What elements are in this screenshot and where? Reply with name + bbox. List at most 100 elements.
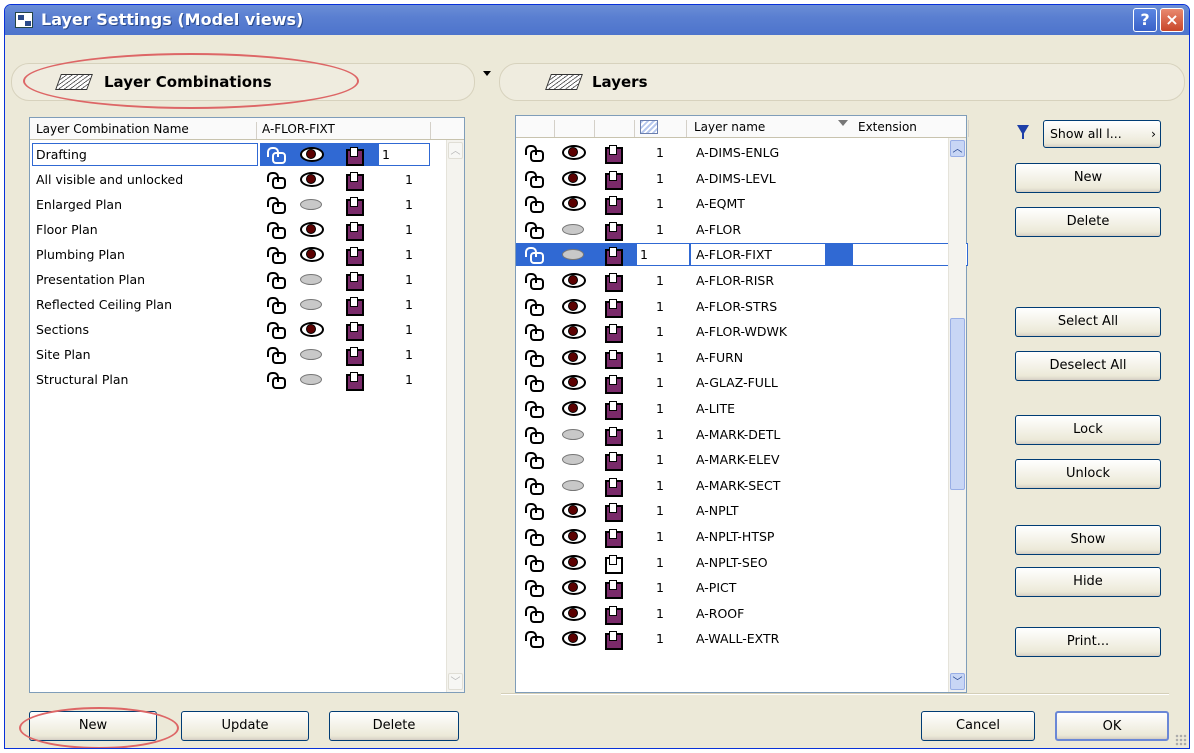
eye-icon[interactable] xyxy=(300,221,324,237)
combination-row[interactable]: Site Plan 1 xyxy=(30,342,448,367)
eye-icon[interactable] xyxy=(562,170,586,186)
layer-row[interactable]: 1 A-PICT xyxy=(516,575,950,600)
delete-layer-button[interactable]: Delete xyxy=(1015,207,1161,237)
update-combination-button[interactable]: Update xyxy=(181,711,309,741)
wireframe-icon[interactable] xyxy=(604,451,623,472)
collapse-arrow-icon[interactable] xyxy=(483,71,491,76)
eye-icon[interactable] xyxy=(562,400,586,416)
wireframe-icon[interactable] xyxy=(604,246,623,267)
wireframe-icon[interactable] xyxy=(604,502,623,523)
show-button[interactable]: Show xyxy=(1015,525,1161,555)
wireframe-icon[interactable] xyxy=(604,195,623,216)
layer-row[interactable]: 1 A-MARK-SECT xyxy=(516,473,950,498)
layer-row[interactable]: 1 A-FLOR-STRS xyxy=(516,294,950,319)
eye-closed-icon[interactable] xyxy=(300,196,322,210)
lock-icon[interactable] xyxy=(524,272,544,290)
eye-icon[interactable] xyxy=(562,579,586,596)
wireframe-icon[interactable] xyxy=(604,400,623,420)
wireframe-icon[interactable] xyxy=(604,605,623,625)
resize-grip-icon[interactable] xyxy=(1175,734,1187,746)
eye-icon[interactable] xyxy=(562,605,586,621)
combination-row[interactable]: Plumbing Plan 1 xyxy=(30,242,448,267)
lock-icon[interactable] xyxy=(524,349,544,367)
eye-icon[interactable] xyxy=(300,321,324,337)
combination-row[interactable]: Reflected Ceiling Plan 1 xyxy=(30,292,448,317)
deselect-all-button[interactable]: Deselect All xyxy=(1015,351,1161,381)
eye-closed-icon[interactable] xyxy=(562,477,584,491)
eye-icon[interactable] xyxy=(562,195,586,212)
wireframe-icon[interactable] xyxy=(345,371,364,391)
eye-icon[interactable] xyxy=(562,374,586,391)
eye-closed-icon[interactable] xyxy=(300,346,322,360)
wireframe-icon[interactable] xyxy=(604,144,623,164)
scroll-down-arrow-icon[interactable]: ﹀ xyxy=(448,673,463,690)
eye-icon[interactable] xyxy=(300,171,324,187)
lock-icon[interactable] xyxy=(266,146,286,164)
wireframe-icon[interactable] xyxy=(345,221,364,241)
wireframe-icon[interactable] xyxy=(345,346,364,366)
eye-closed-icon[interactable] xyxy=(300,296,322,310)
layer-row[interactable]: 1 A-WALL-EXTR xyxy=(516,626,950,651)
lock-icon[interactable] xyxy=(266,246,286,264)
layer-row[interactable]: 1 A-ROOF xyxy=(516,601,950,626)
combination-row[interactable]: Sections 1 xyxy=(30,317,448,342)
lock-icon[interactable] xyxy=(524,323,544,342)
lock-icon[interactable] xyxy=(524,298,544,316)
close-button[interactable]: × xyxy=(1160,8,1184,32)
scroll-down-arrow-icon[interactable]: ﹀ xyxy=(950,673,965,690)
eye-closed-icon[interactable] xyxy=(562,246,584,261)
select-all-button[interactable]: Select All xyxy=(1015,307,1161,337)
layer-row[interactable]: 1 A-DIMS-ENLG xyxy=(516,140,950,165)
layer-row[interactable]: 1 A-NPLT-HTSP xyxy=(516,524,950,549)
lock-icon[interactable] xyxy=(266,196,286,214)
eye-icon[interactable] xyxy=(562,630,586,647)
eye-icon[interactable] xyxy=(562,528,586,544)
eye-icon[interactable] xyxy=(562,554,586,570)
lock-icon[interactable] xyxy=(524,221,544,239)
layer-row[interactable]: 1 A-EQMT xyxy=(516,191,950,216)
layer-row[interactable]: 1 A-MARK-DETL xyxy=(516,422,950,447)
combination-row[interactable]: Drafting 1 xyxy=(30,142,448,167)
eye-icon[interactable] xyxy=(562,298,586,314)
layer-row[interactable]: 1 A-FLOR-WDWK xyxy=(516,319,950,344)
wireframe-icon[interactable] xyxy=(345,246,364,266)
wireframe-icon[interactable] xyxy=(604,630,623,651)
eye-icon[interactable] xyxy=(300,246,324,262)
delete-combination-button[interactable]: Delete xyxy=(329,711,459,741)
combination-row[interactable]: Floor Plan 1 xyxy=(30,217,448,242)
eye-closed-icon[interactable] xyxy=(562,426,584,440)
lock-icon[interactable] xyxy=(266,271,286,289)
layer-number-column-icon[interactable] xyxy=(640,120,658,134)
eye-closed-icon[interactable] xyxy=(300,371,322,385)
show-all-layers-dropdown[interactable]: Show all l... › xyxy=(1043,120,1161,148)
scroll-up-arrow-icon[interactable]: ︿ xyxy=(448,142,463,159)
layer-row[interactable]: 1 A-FLOR-RISR xyxy=(516,268,950,293)
lock-icon[interactable] xyxy=(524,477,544,495)
print-button[interactable]: Print... xyxy=(1015,627,1161,657)
wireframe-icon[interactable] xyxy=(345,271,364,291)
eye-icon[interactable] xyxy=(562,323,586,340)
eye-icon[interactable] xyxy=(300,146,324,162)
lock-icon[interactable] xyxy=(266,371,286,389)
wireframe-icon[interactable] xyxy=(604,349,623,369)
combination-row[interactable]: All visible and unlocked 1 xyxy=(30,167,448,192)
lock-icon[interactable] xyxy=(524,195,544,214)
lock-icon[interactable] xyxy=(266,221,286,239)
new-layer-button[interactable]: New xyxy=(1015,163,1161,193)
sort-arrow-icon[interactable] xyxy=(838,120,848,126)
layer-name-column[interactable]: Layer name xyxy=(694,120,765,134)
wireframe-icon[interactable] xyxy=(345,196,364,216)
ok-button[interactable]: OK xyxy=(1055,711,1169,741)
lock-icon[interactable] xyxy=(524,426,544,444)
layer-row[interactable]: 1 A-NPLT-SEO xyxy=(516,550,950,575)
wireframe-icon[interactable] xyxy=(604,272,623,292)
lock-icon[interactable] xyxy=(524,374,544,393)
eye-icon[interactable] xyxy=(562,502,586,519)
layer-row[interactable]: 1 A-NPLT xyxy=(516,498,950,523)
lock-icon[interactable] xyxy=(524,400,544,418)
pane-divider[interactable] xyxy=(483,35,491,748)
layer-row[interactable]: 1 A-FLOR xyxy=(516,217,950,242)
lock-icon[interactable] xyxy=(266,296,286,314)
lock-icon[interactable] xyxy=(524,170,544,188)
wireframe-icon[interactable] xyxy=(345,146,364,166)
